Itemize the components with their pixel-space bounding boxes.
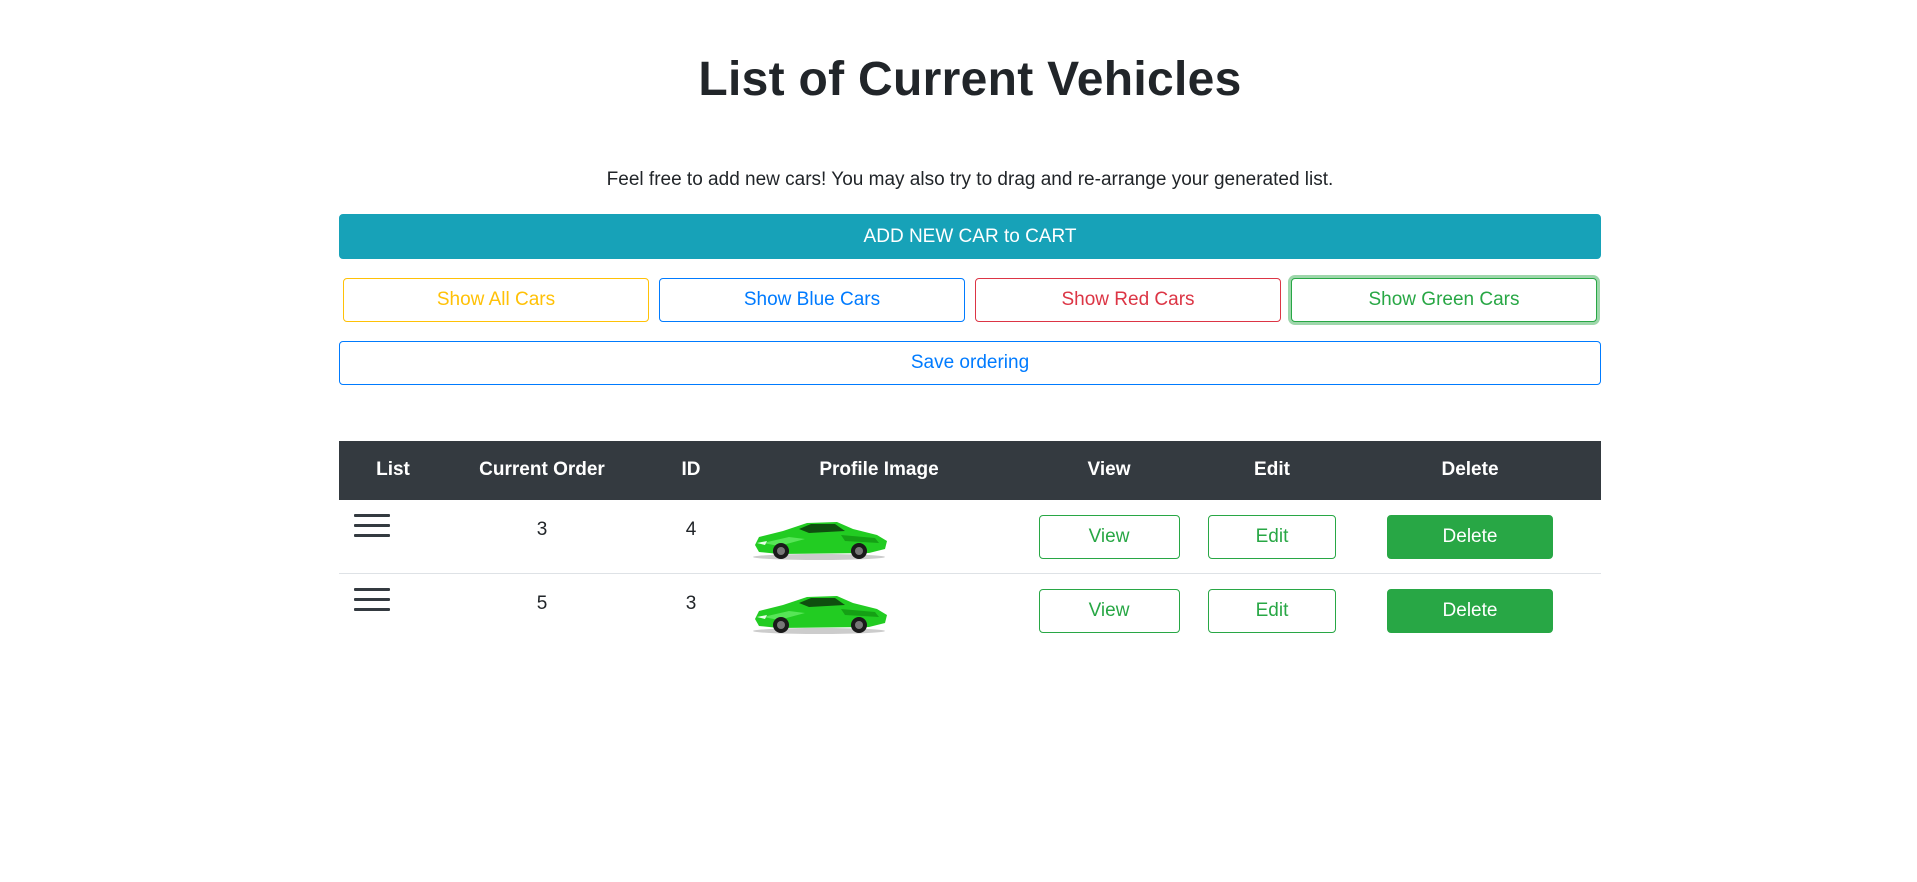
edit-cell: Edit: [1205, 499, 1339, 574]
edit-cell: Edit: [1205, 573, 1339, 647]
header-list: List: [339, 441, 447, 500]
save-ordering-button[interactable]: Save ordering: [339, 341, 1601, 385]
current-order-value: 3: [536, 519, 548, 540]
green-sports-car-image: [753, 521, 887, 560]
id-cell: 4: [637, 499, 745, 574]
drag-handle-icon[interactable]: [354, 514, 390, 540]
edit-button[interactable]: Edit: [1208, 514, 1336, 559]
drag-handle-icon[interactable]: [354, 588, 390, 614]
order-cell: 5: [447, 573, 637, 647]
show-all-cars-button[interactable]: Show All Cars: [343, 278, 649, 322]
list-cell: [339, 573, 447, 647]
table-header: List Current Order ID Profile Image View…: [339, 441, 1601, 500]
view-cell: View: [1013, 499, 1205, 574]
current-order-value: 5: [536, 593, 548, 614]
show-blue-cars-button[interactable]: Show Blue Cars: [659, 278, 965, 322]
id-cell: 3: [637, 573, 745, 647]
header-id: ID: [637, 441, 745, 500]
image-cell: [745, 499, 1013, 574]
list-cell: [339, 499, 447, 574]
image-cell: [745, 573, 1013, 647]
order-cell: 3: [447, 499, 637, 574]
delete-button[interactable]: Delete: [1387, 514, 1553, 559]
table-row[interactable]: 5 3 View Edit Delete: [339, 573, 1601, 647]
vehicles-table: List Current Order ID Profile Image View…: [339, 441, 1601, 647]
header-profile-image: Profile Image: [745, 441, 1013, 500]
view-cell: View: [1013, 573, 1205, 647]
header-view: View: [1013, 441, 1205, 500]
page-subtitle: Feel free to add new cars! You may also …: [606, 169, 1334, 190]
id-value: 4: [685, 519, 697, 540]
header-current-order: Current Order: [447, 441, 637, 500]
delete-cell: Delete: [1339, 499, 1601, 574]
id-value: 3: [685, 593, 697, 614]
delete-button[interactable]: Delete: [1387, 588, 1553, 633]
page-title: List of Current Vehicles: [698, 53, 1242, 106]
edit-button[interactable]: Edit: [1208, 588, 1336, 633]
add-car-button[interactable]: ADD NEW CAR to CART: [339, 214, 1601, 259]
green-sports-car-image: [753, 595, 887, 634]
view-button[interactable]: View: [1038, 514, 1180, 559]
header-edit: Edit: [1205, 441, 1339, 500]
show-red-cars-button[interactable]: Show Red Cars: [975, 278, 1281, 322]
show-green-cars-button[interactable]: Show Green Cars: [1291, 278, 1597, 322]
view-button[interactable]: View: [1038, 588, 1180, 633]
table-row[interactable]: 3 4 View Edit Delete: [339, 499, 1601, 574]
header-delete: Delete: [1339, 441, 1601, 500]
delete-cell: Delete: [1339, 573, 1601, 647]
